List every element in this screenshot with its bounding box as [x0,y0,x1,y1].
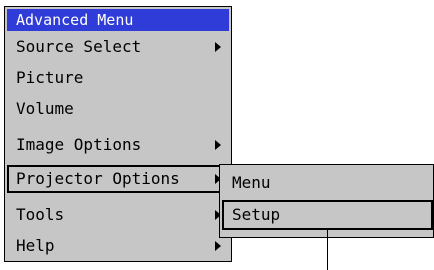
submenu-arrow-icon [215,42,221,52]
menu-item-source-select[interactable]: Source Select [7,33,229,61]
advanced-menu: Advanced Menu Source Select Picture Volu… [4,6,232,262]
projector-options-submenu: Menu Setup [219,164,434,238]
submenu-item-setup[interactable]: Setup [222,200,433,230]
callout-line [327,230,328,270]
menu-item-label: Help [16,236,55,255]
submenu-arrow-icon [215,241,221,251]
menu-item-label: Projector Options [16,169,180,188]
menu-item-label: Picture [16,68,84,87]
menu-item-projector-options[interactable]: Projector Options [7,165,229,193]
menu-item-picture[interactable]: Picture [7,64,229,92]
menu-item-label: Tools [16,205,65,224]
menu-item-tools[interactable]: Tools [7,201,229,229]
submenu-item-label: Menu [232,173,271,192]
menu-item-image-options[interactable]: Image Options [7,131,229,159]
menu-item-help[interactable]: Help [7,232,229,260]
menu-title: Advanced Menu [7,9,229,31]
submenu-item-menu[interactable]: Menu [222,168,433,198]
menu-item-volume[interactable]: Volume [7,95,229,123]
menu-item-label: Source Select [16,37,142,56]
submenu-item-label: Setup [232,205,281,224]
menu-item-label: Image Options [16,135,142,154]
menu-item-label: Volume [16,99,74,118]
submenu-arrow-icon [215,140,221,150]
